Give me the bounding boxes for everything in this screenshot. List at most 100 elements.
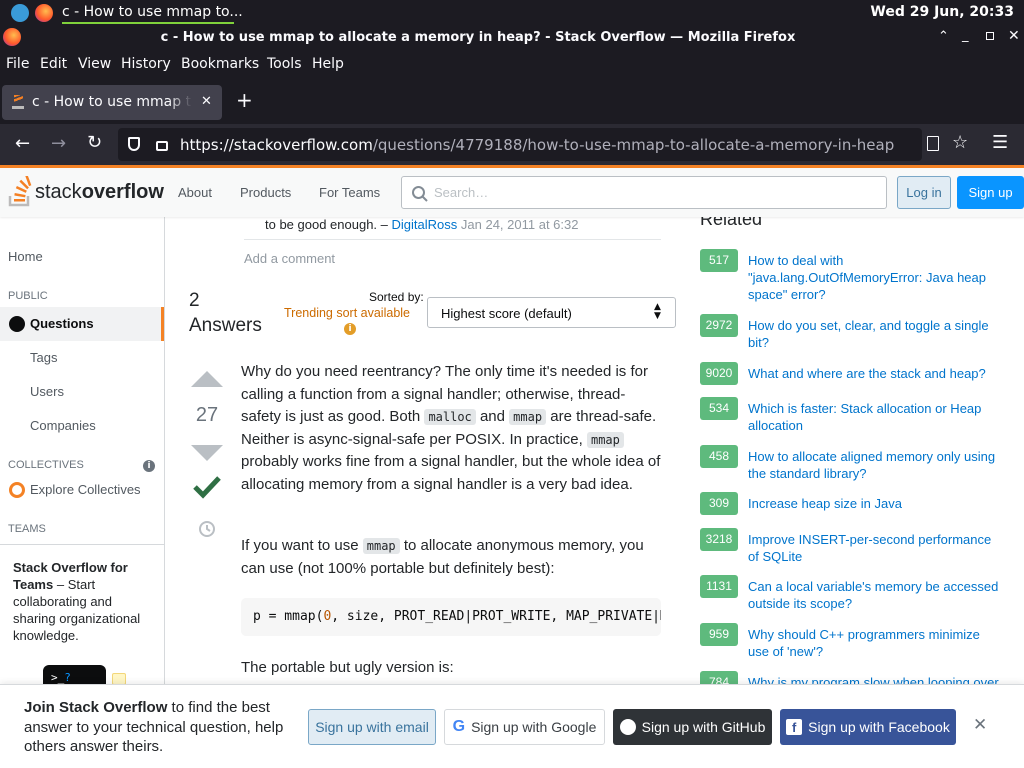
- comment-user-link[interactable]: DigitalRoss: [392, 217, 458, 232]
- signup-facebook-button[interactable]: f Sign up with Facebook: [780, 709, 956, 745]
- menu-tools[interactable]: Tools: [267, 56, 302, 72]
- maximize-icon[interactable]: [986, 32, 994, 40]
- sidebar-home[interactable]: Home: [8, 249, 43, 264]
- comment-text: to be good enough. –: [265, 217, 388, 232]
- search-placeholder: Search…: [434, 185, 489, 200]
- forward-icon[interactable]: →: [51, 133, 66, 154]
- search-icon: [412, 186, 428, 202]
- new-tab-icon[interactable]: +: [236, 88, 253, 112]
- browser-tab[interactable]: c - How to use mmap to a ✕: [2, 85, 222, 120]
- stackoverflow-logo[interactable]: stackoverflow: [7, 176, 164, 208]
- close-window-icon[interactable]: ✕: [1008, 28, 1020, 44]
- related-score: 1131: [700, 575, 738, 598]
- vote-count: 27: [195, 404, 219, 426]
- upvote-icon[interactable]: [191, 371, 223, 387]
- stackoverflow-favicon-icon: [12, 95, 24, 109]
- sidebar-item-questions[interactable]: Questions: [0, 307, 164, 341]
- github-icon: [619, 719, 636, 735]
- related-link[interactable]: How to deal with "java.lang.OutOfMemoryE…: [748, 252, 1003, 303]
- code-line: p = mmap(0, size, PROT_READ|PROT_WRITE, …: [253, 609, 661, 624]
- related-link[interactable]: What and where are the stack and heap?: [748, 365, 1003, 382]
- taskbar-active-underline: [62, 22, 234, 24]
- sidebar-public-heading: PUBLIC: [8, 290, 48, 302]
- signup-github-button[interactable]: Sign up with GitHub: [613, 709, 772, 745]
- sidebar-item-users[interactable]: Users: [30, 384, 64, 399]
- login-button[interactable]: Log in: [897, 176, 951, 209]
- related-link[interactable]: How do you set, clear, and toggle a sing…: [748, 317, 1003, 351]
- related-link[interactable]: Which is faster: Stack allocation or Hea…: [748, 400, 1003, 434]
- stackoverflow-logo-icon: [8, 176, 32, 207]
- tab-title: c - How to use mmap to a: [32, 94, 192, 110]
- related-score: 309: [700, 492, 738, 515]
- lock-icon[interactable]: [156, 141, 168, 151]
- taskbar-window-title[interactable]: c - How to use mmap to...: [62, 4, 243, 20]
- related-score: 2972: [700, 314, 738, 337]
- url-bar[interactable]: https://stackoverflow.com/questions/4779…: [118, 128, 922, 161]
- search-input[interactable]: Search…: [401, 176, 887, 209]
- window-title: c - How to use mmap to allocate a memory…: [160, 30, 796, 45]
- signup-email-button[interactable]: Sign up with email: [308, 709, 436, 745]
- related-score: 534: [700, 397, 738, 420]
- nav-for-teams[interactable]: For Teams: [319, 185, 380, 200]
- code-mmap: mmap: [586, 431, 624, 448]
- sidebar-item-label: Questions: [30, 316, 94, 331]
- related-link[interactable]: Improve INSERT-per-second performance of…: [748, 531, 1003, 565]
- answers-label: Answers: [189, 315, 262, 336]
- back-icon[interactable]: ←: [15, 133, 30, 154]
- close-banner-icon[interactable]: ✕: [973, 715, 987, 735]
- collectives-icon: [9, 482, 25, 498]
- reader-view-icon[interactable]: [927, 136, 939, 151]
- trending-sort-notice[interactable]: Trending sort available: [284, 306, 410, 320]
- menu-history[interactable]: History: [121, 56, 171, 72]
- sort-select[interactable]: Highest score (default) ▲ ▼: [427, 297, 676, 328]
- menu-bookmarks[interactable]: Bookmarks: [181, 56, 259, 72]
- sidebar-explore-collectives[interactable]: Explore Collectives: [30, 482, 141, 497]
- hamburger-menu-icon[interactable]: ☰: [992, 132, 1008, 153]
- related-link[interactable]: Can a local variable's memory be accesse…: [748, 578, 1003, 612]
- globe-icon: [9, 316, 25, 332]
- downvote-icon[interactable]: [191, 445, 223, 461]
- info-icon[interactable]: i: [143, 460, 155, 472]
- sidebar-item-tags[interactable]: Tags: [30, 350, 57, 365]
- clock: Wed 29 Jun, 20:33: [870, 4, 1014, 20]
- facebook-icon: f: [786, 719, 803, 735]
- bookmark-star-icon[interactable]: ☆: [952, 132, 968, 153]
- related-score: 458: [700, 445, 738, 468]
- answer-paragraph-3: The portable but ugly version is:: [241, 659, 454, 676]
- related-link[interactable]: How to allocate aligned memory only usin…: [748, 448, 1003, 482]
- os-menu-icon[interactable]: [11, 4, 29, 22]
- window-title-bar: c - How to use mmap to allocate a memory…: [0, 25, 1024, 50]
- chevron-up-icon[interactable]: ⌃: [938, 29, 949, 44]
- banner-text: Join Stack Overflow to find the best ans…: [24, 699, 284, 755]
- related-link[interactable]: Why should C++ programmers minimize use …: [748, 626, 1003, 660]
- nav-products[interactable]: Products: [240, 185, 291, 200]
- accepted-checkmark-icon: [193, 476, 221, 499]
- menu-view[interactable]: View: [78, 56, 111, 72]
- signup-button[interactable]: Sign up: [957, 176, 1024, 209]
- code-mmap: mmap: [362, 538, 400, 554]
- info-icon[interactable]: i: [344, 323, 356, 335]
- shield-icon[interactable]: [128, 137, 140, 151]
- menu-file[interactable]: File: [6, 56, 29, 72]
- menu-edit[interactable]: Edit: [40, 56, 67, 72]
- related-link[interactable]: Increase heap size in Java: [748, 495, 1003, 512]
- navigation-bar: ← → ↻ https://stackoverflow.com/question…: [0, 124, 1024, 165]
- url-path: /questions/4779188/how-to-use-mmap-to-al…: [372, 136, 895, 154]
- related-score: 9020: [700, 362, 738, 385]
- tab-close-icon[interactable]: ✕: [201, 94, 212, 109]
- firefox-taskbar-icon[interactable]: [35, 4, 53, 22]
- menu-help[interactable]: Help: [312, 56, 344, 72]
- history-icon[interactable]: [197, 519, 217, 539]
- menu-bar: File Edit View History Bookmarks Tools H…: [0, 50, 1024, 80]
- logo-text: stackoverflow: [35, 181, 164, 203]
- add-comment-link[interactable]: Add a comment: [244, 251, 335, 266]
- related-score: 517: [700, 249, 738, 272]
- nav-about[interactable]: About: [178, 185, 212, 200]
- answers-count: 2: [189, 290, 200, 311]
- sidebar-item-companies[interactable]: Companies: [30, 418, 96, 433]
- signup-google-button[interactable]: G Sign up with Google: [444, 709, 605, 745]
- related-score: 3218: [700, 528, 738, 551]
- reload-icon[interactable]: ↻: [87, 132, 102, 153]
- select-arrows-icon: ▲ ▼: [654, 302, 661, 321]
- minimize-icon[interactable]: _: [962, 28, 969, 43]
